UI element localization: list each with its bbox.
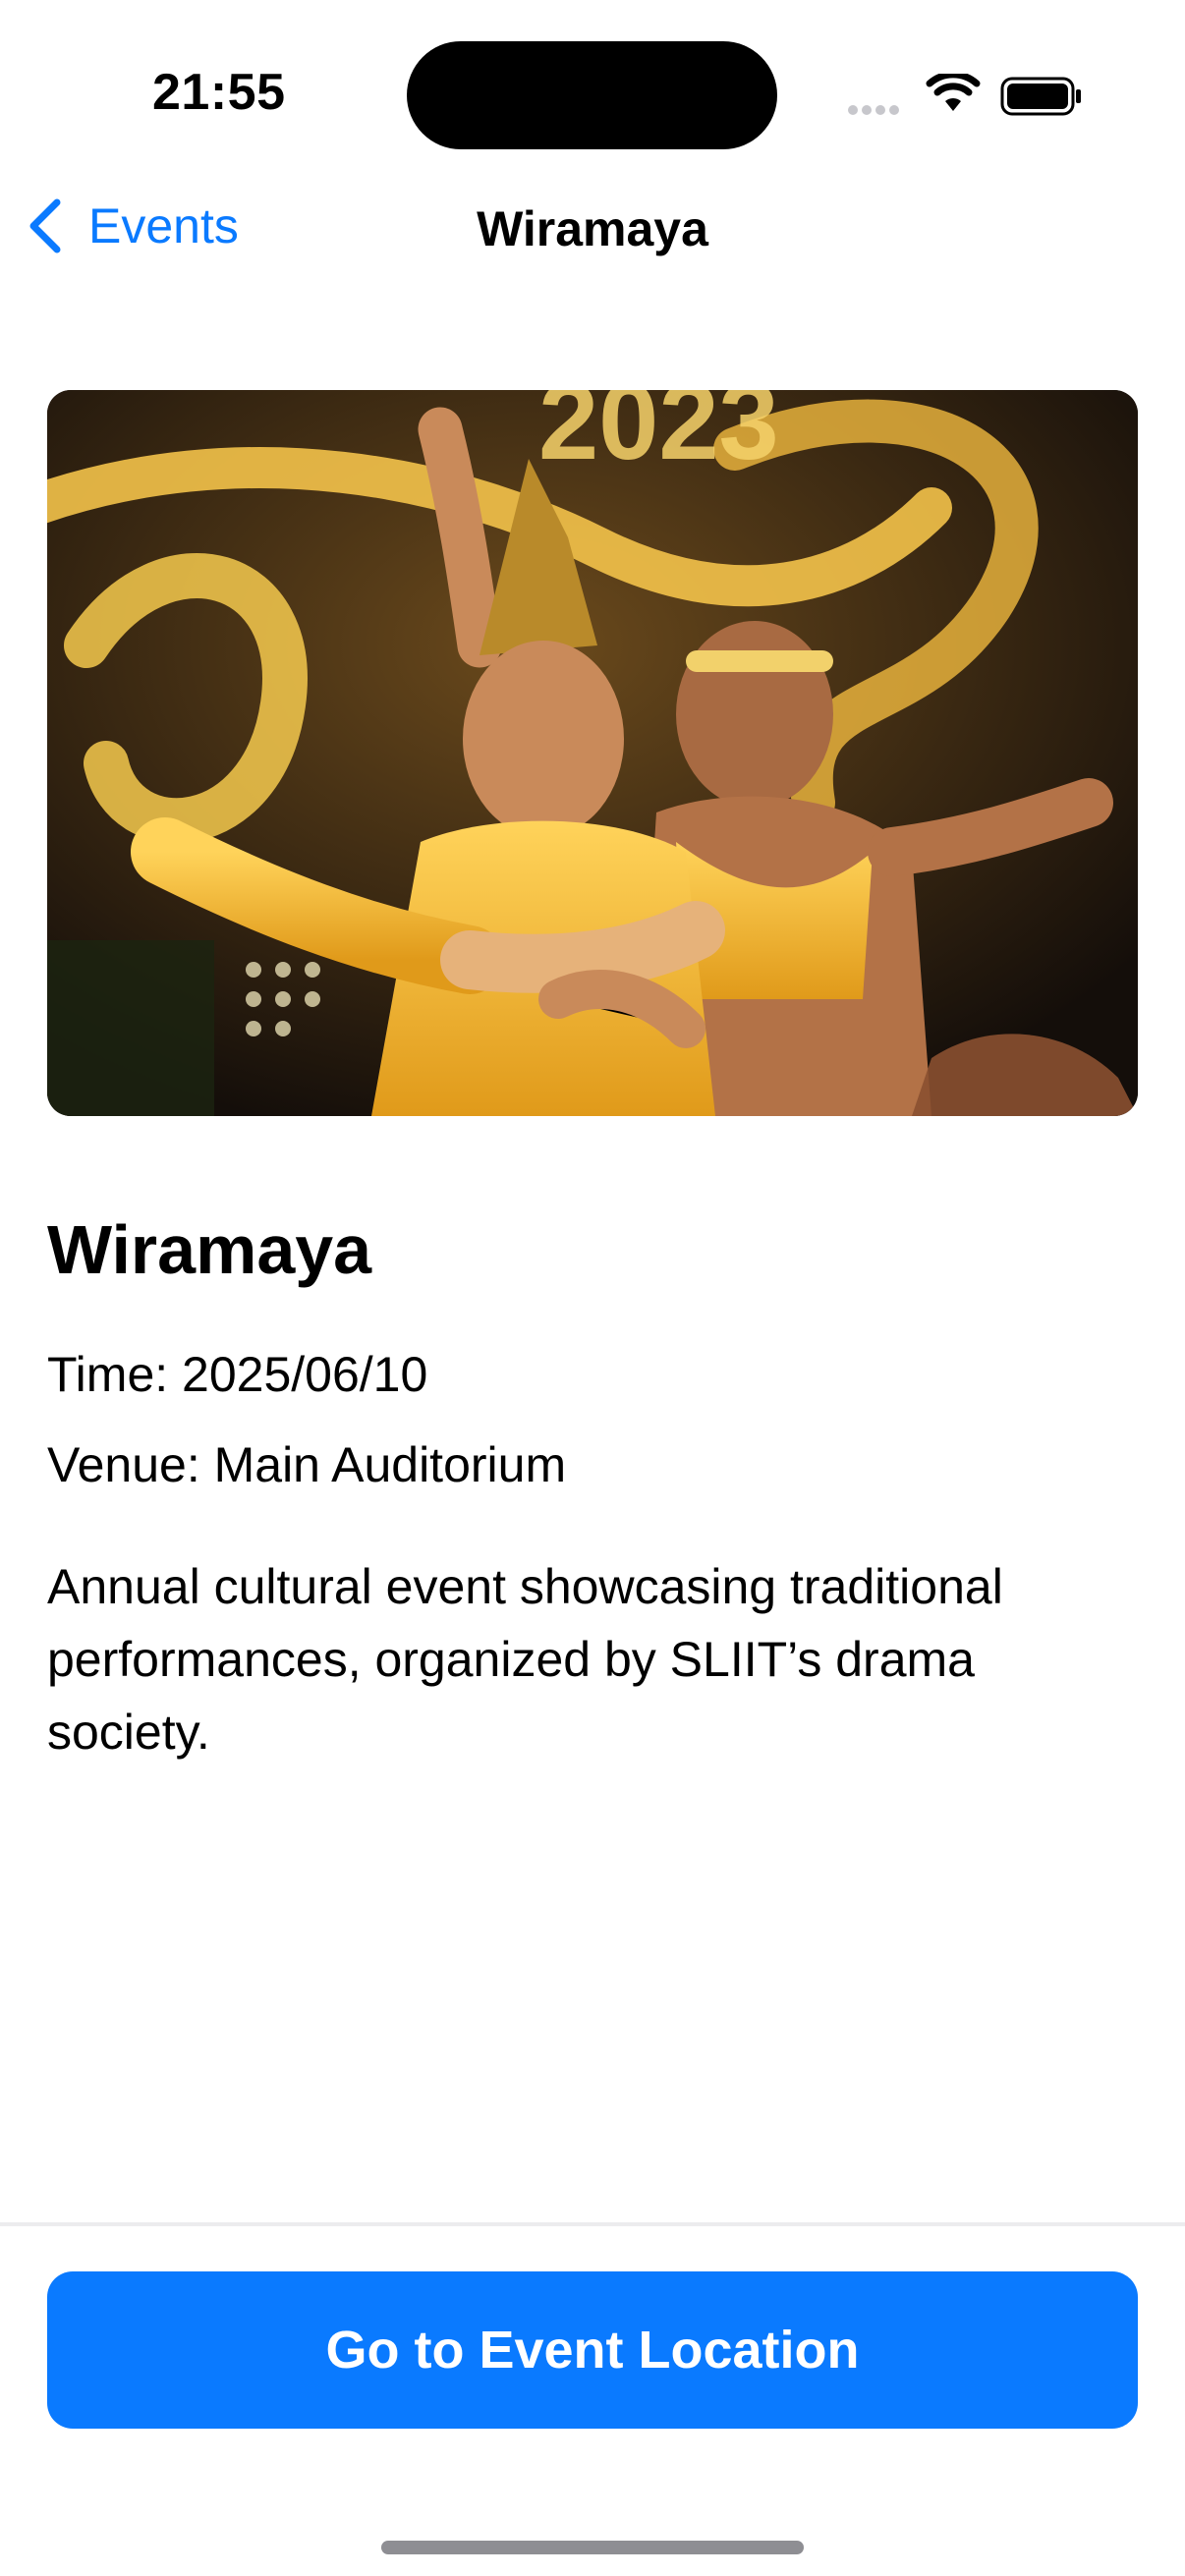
- nav-title: Wiramaya: [477, 201, 708, 256]
- status-time: 21:55: [152, 64, 286, 121]
- dynamic-island: [407, 41, 777, 149]
- go-to-location-button[interactable]: Go to Event Location: [47, 2271, 1138, 2429]
- battery-icon: [1000, 77, 1081, 116]
- cellular-signal-icon: [848, 102, 903, 120]
- event-name: Wiramaya: [47, 1211, 372, 1288]
- home-indicator[interactable]: [381, 2541, 804, 2554]
- event-description: Annual cultural event showcasing traditi…: [47, 1559, 1003, 1760]
- wifi-icon: [926, 74, 981, 111]
- event-venue: Venue: Main Auditorium: [47, 1437, 567, 1492]
- event-time: Time: 2025/06/10: [47, 1347, 428, 1402]
- bottom-divider: [0, 2222, 1185, 2226]
- event-photo: 2023: [47, 390, 1138, 1116]
- hero-year-text: 2023: [538, 390, 779, 482]
- dancers-illustration: 2023: [47, 390, 1138, 1116]
